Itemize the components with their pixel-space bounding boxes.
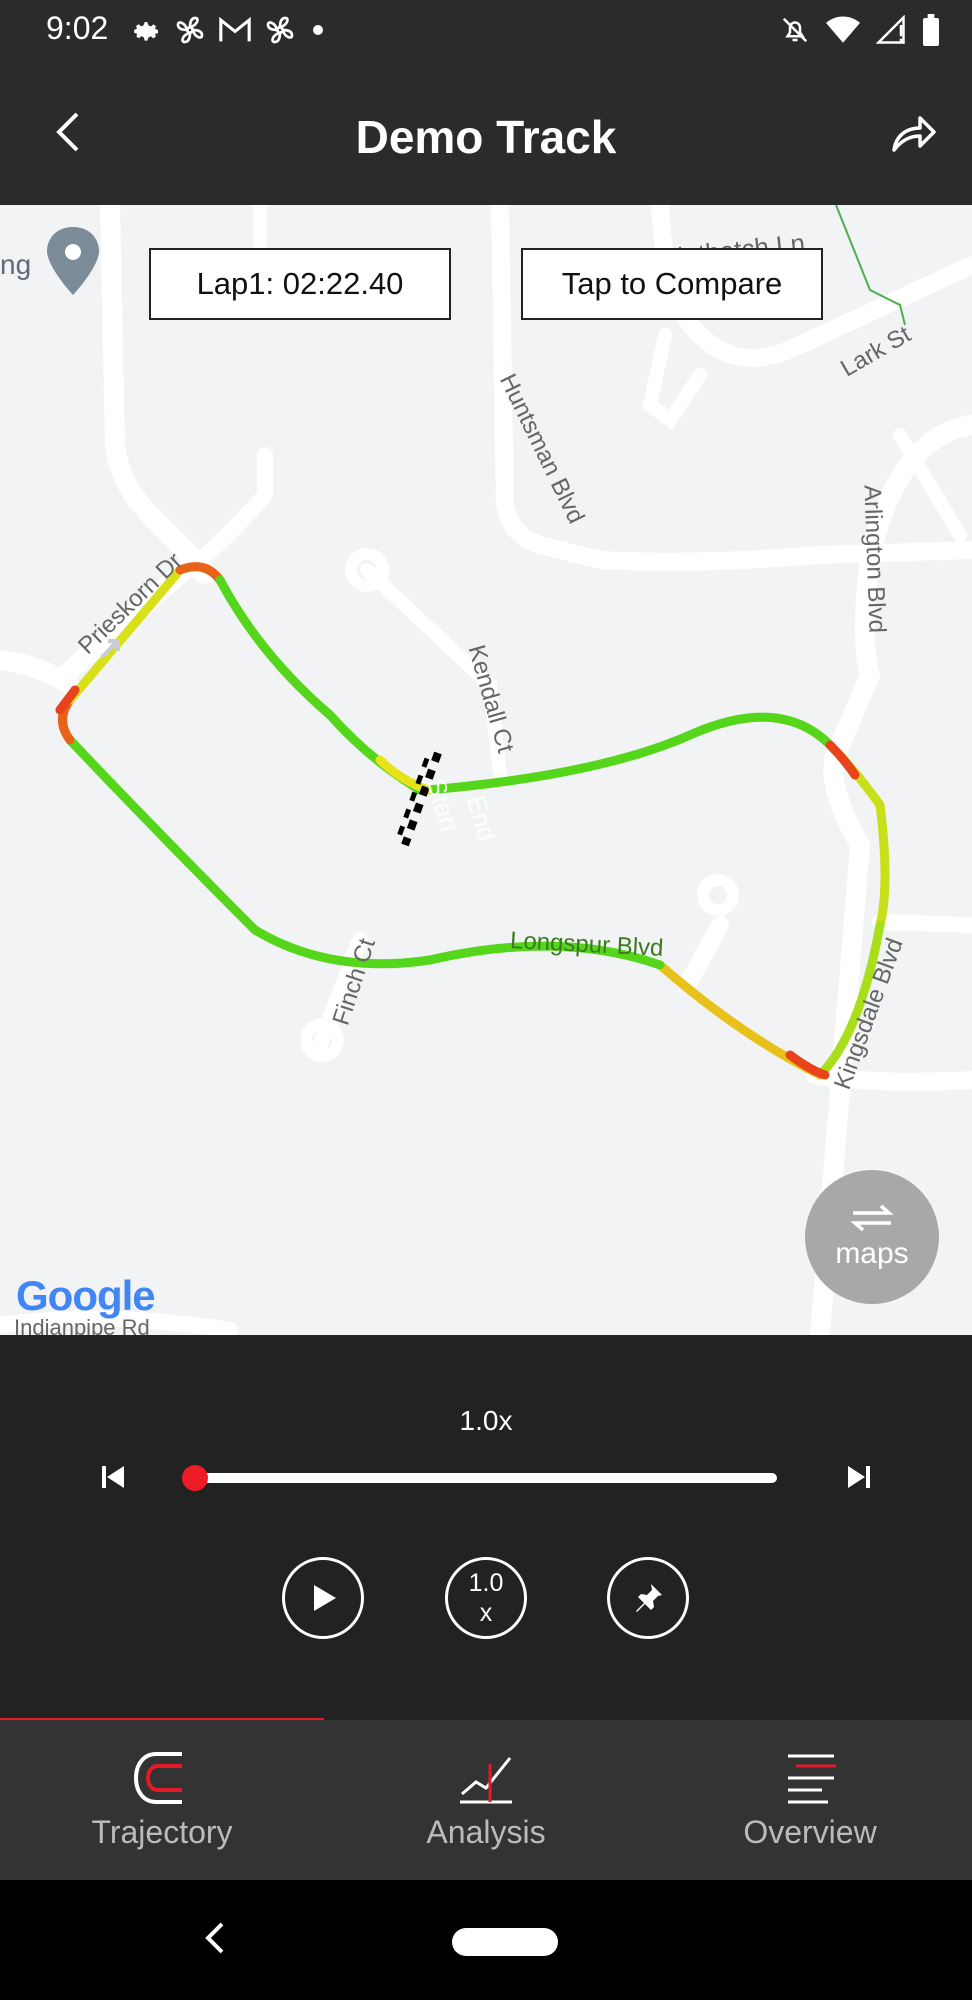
skip-previous-icon[interactable] [98,1462,128,1492]
pin-icon [636,1584,662,1612]
share-icon [892,116,936,152]
tab-analysis[interactable]: Analysis [324,1720,648,1880]
playback-progress-track[interactable] [195,1473,777,1483]
google-attribution: Google [16,1272,156,1319]
map-view[interactable]: ng Nuthatch Ln Lark St Huntsman Blvd Arl… [0,205,972,1335]
status-time: 9:02 [46,10,109,46]
pin-button[interactable] [607,1557,689,1639]
tab-overview-label: Overview [743,1814,877,1850]
tab-trajectory-label: Trajectory [91,1814,233,1850]
location-pin-icon [47,227,99,295]
signal-icon [876,15,905,44]
analysis-icon [460,1757,512,1804]
speed-button[interactable]: 1.0 x [445,1557,527,1639]
speed-button-unit: x [479,1599,493,1627]
lap-time-box: Lap1: 02:22.40 [149,248,451,320]
street-label-arlington: Arlington Blvd [858,484,891,634]
map-toggle-button[interactable]: maps [805,1170,939,1304]
google-logo: Google [16,1272,156,1320]
map-canvas [0,205,972,1335]
compare-label: Tap to Compare [561,266,783,301]
settings-icon [134,22,158,41]
overview-icon [788,1754,836,1804]
share-button[interactable] [884,104,944,160]
wifi-icon [826,16,860,43]
playback-progress-thumb[interactable] [182,1465,208,1491]
bottom-navigation: Trajectory Analysis Overview [0,1720,972,1880]
dot-icon [313,25,323,35]
swap-icon [850,1204,894,1232]
gmail-icon [219,16,251,42]
page-title: Demo Track [355,111,617,163]
play-button[interactable] [282,1557,364,1639]
status-bar: 9:02 [0,0,972,60]
place-label: ng [0,249,32,280]
playback-panel: 1.0x 1.0 x [0,1335,972,1725]
skip-next-icon[interactable] [844,1462,874,1492]
system-home-pill[interactable] [452,1928,558,1956]
tab-overview[interactable]: Overview [648,1720,972,1880]
trajectory-icon [133,1752,182,1804]
compare-button[interactable]: Tap to Compare [521,248,823,320]
notifications-off-icon [782,17,808,43]
map-toggle-label: maps [835,1237,909,1270]
map-roads [0,205,972,1335]
fan-icon [266,16,294,44]
battery-icon [923,14,939,46]
lap-time-label: Lap1: 02:22.40 [196,266,404,301]
playback-speed-label: 1.0x [459,1405,513,1436]
fan-icon [176,16,204,44]
status-left-icons [130,10,328,50]
status-right-icons [780,10,940,50]
app-bar: Demo Track [0,60,972,205]
tab-trajectory[interactable]: Trajectory [0,1720,324,1880]
speed-button-value: 1.0 [468,1569,504,1597]
system-back-icon[interactable] [200,1918,230,1958]
play-icon [314,1585,336,1611]
tab-analysis-label: Analysis [426,1814,546,1850]
